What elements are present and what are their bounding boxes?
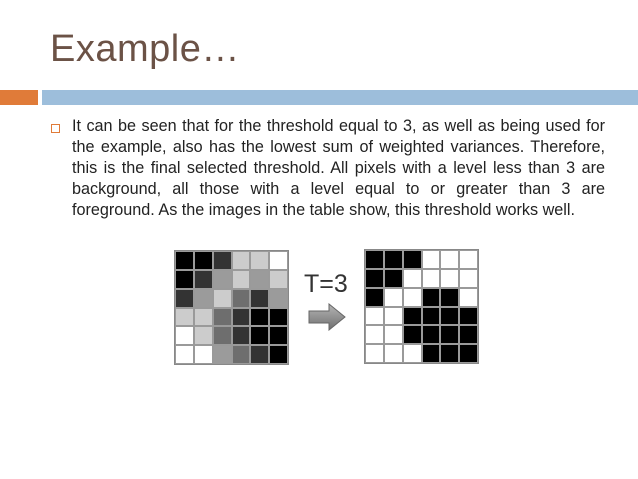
pixel-cell (231, 345, 251, 364)
pixel-cell (402, 344, 422, 363)
pixel-cell (175, 326, 194, 346)
pixel-cell (175, 269, 194, 289)
pixel-cell (383, 325, 403, 345)
pixel-cell (459, 325, 478, 345)
pixel-cell (250, 307, 270, 327)
pixel-cell (231, 251, 251, 270)
accent-bar-blue (42, 90, 638, 105)
pixel-cell (365, 325, 384, 345)
pixel-cell (440, 344, 460, 363)
pixel-cell (383, 306, 403, 326)
pixel-cell (402, 325, 422, 345)
right-arrow-icon (308, 303, 346, 331)
pixel-cell (175, 307, 194, 327)
pixel-cell (383, 287, 403, 307)
pixel-cell (231, 326, 251, 346)
pixel-cell (402, 250, 422, 269)
pixel-cell (212, 288, 232, 308)
pixel-cell (269, 251, 288, 270)
pixel-cell (269, 326, 288, 346)
pixel-cell (421, 268, 441, 288)
pixel-cell (459, 250, 478, 269)
pixel-cell (212, 269, 232, 289)
pixel-cell (231, 307, 251, 327)
pixel-cell (250, 269, 270, 289)
pixel-cell (193, 269, 213, 289)
grayscale-image-grid (174, 250, 289, 365)
pixel-cell (193, 251, 213, 270)
pixel-cell (383, 250, 403, 269)
pixel-cell (175, 288, 194, 308)
pixel-cell (250, 345, 270, 364)
pixel-cell (365, 306, 384, 326)
pixel-cell (440, 268, 460, 288)
pixel-cell (212, 345, 232, 364)
pixel-cell (365, 268, 384, 288)
pixel-cell (440, 325, 460, 345)
pixel-cell (421, 306, 441, 326)
pixel-cell (383, 268, 403, 288)
pixel-cell (269, 269, 288, 289)
pixel-cell (421, 344, 441, 363)
pixel-cell (175, 251, 194, 270)
pixel-cell (269, 288, 288, 308)
pixel-cell (193, 345, 213, 364)
pixel-cell (459, 306, 478, 326)
pixel-cell (440, 306, 460, 326)
pixel-cell (269, 345, 288, 364)
pixel-cell (365, 287, 384, 307)
pixel-cell (440, 287, 460, 307)
pixel-cell (421, 325, 441, 345)
thresholded-image-grid (364, 249, 479, 364)
pixel-cell (421, 287, 441, 307)
pixel-cell (250, 251, 270, 270)
pixel-cell (212, 326, 232, 346)
pixel-cell (193, 307, 213, 327)
pixel-cell (459, 287, 478, 307)
pixel-cell (231, 269, 251, 289)
pixel-cell (250, 326, 270, 346)
pixel-cell (459, 268, 478, 288)
pixel-cell (459, 344, 478, 363)
pixel-cell (383, 344, 403, 363)
pixel-cell (212, 251, 232, 270)
pixel-cell (250, 288, 270, 308)
pixel-cell (402, 287, 422, 307)
pixel-cell (212, 307, 232, 327)
pixel-cell (402, 268, 422, 288)
pixel-cell (231, 288, 251, 308)
threshold-label: T=3 (304, 270, 348, 298)
pixel-cell (269, 307, 288, 327)
pixel-cell (193, 288, 213, 308)
pixel-cell (365, 250, 384, 269)
pixel-cell (402, 306, 422, 326)
slide-title: Example… (50, 28, 240, 70)
accent-bar-orange (0, 90, 38, 105)
square-bullet-icon (51, 124, 60, 133)
pixel-cell (193, 326, 213, 346)
pixel-cell (365, 344, 384, 363)
body-paragraph: It can be seen that for the threshold eq… (72, 117, 605, 219)
pixel-cell (421, 250, 441, 269)
pixel-cell (440, 250, 460, 269)
pixel-cell (175, 345, 194, 364)
